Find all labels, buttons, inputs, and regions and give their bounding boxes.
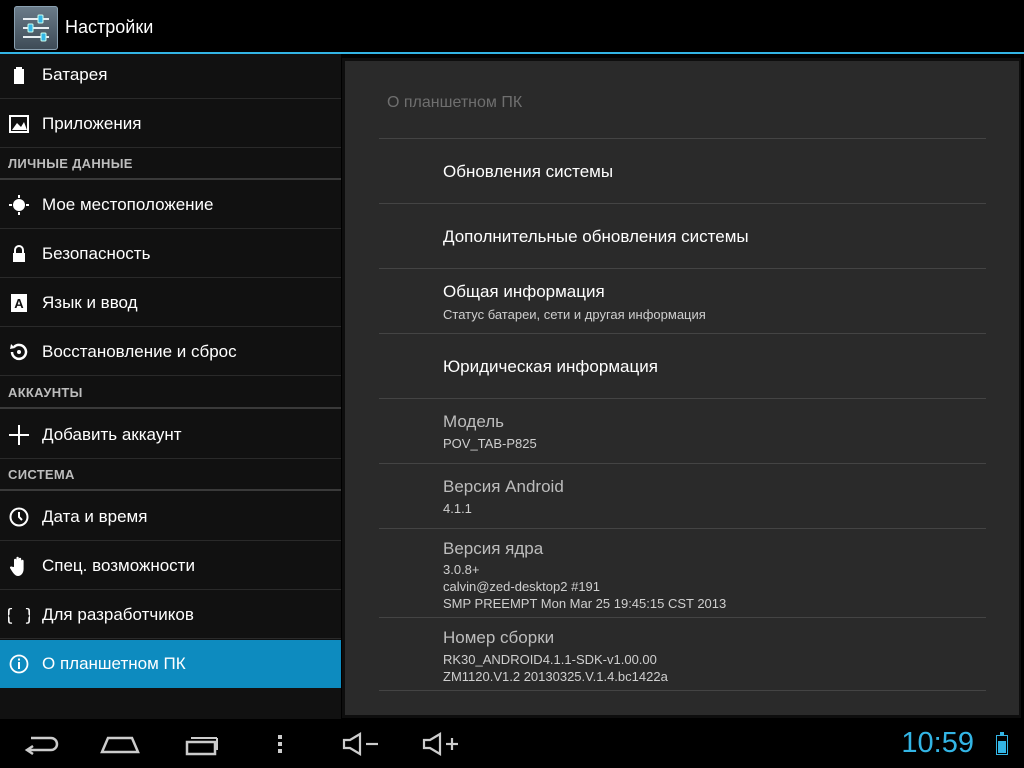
row-value-line: 3.0.8+ <box>443 562 480 577</box>
back-icon[interactable] <box>18 729 64 759</box>
row-title: Юридическая информация <box>443 357 658 376</box>
restore-icon <box>8 341 30 363</box>
apps-icon <box>8 113 30 135</box>
row-title: Версия Android <box>443 477 564 496</box>
hand-icon <box>8 555 30 577</box>
row-value-line: ZM1120.V1.2 20130325.V.1.4.bc1422a <box>443 669 668 684</box>
svg-text:A: A <box>14 296 24 311</box>
row-additional-system-updates[interactable]: Дополнительные обновления системы <box>379 203 986 268</box>
about-tablet-panel[interactable]: О планшетном ПК Обновления системы Допол… <box>345 61 1019 715</box>
battery-icon <box>8 64 30 86</box>
section-header-label: АККАУНТЫ <box>8 385 83 400</box>
sidebar-item-accessibility[interactable]: Спец. возможности <box>0 542 341 590</box>
row-status[interactable]: Общая информация Статус батареи, сети и … <box>379 268 986 333</box>
row-android-version[interactable]: Версия Android 4.1.1 <box>379 463 986 528</box>
sidebar-item-apps[interactable]: Приложения <box>0 100 341 148</box>
action-bar: Настройки <box>0 0 1024 54</box>
row-summary: Статус батареи, сети и другая информация <box>443 307 706 322</box>
app-title: Настройки <box>65 17 154 37</box>
sidebar-item-security[interactable]: Безопасность <box>0 230 341 278</box>
sidebar-item-add-account[interactable]: Добавить аккаунт <box>0 411 341 459</box>
page-title: О планшетном ПК <box>387 94 523 111</box>
row-kernel-version: Версия ядра 3.0.8+ calvin@zed-desktop2 #… <box>379 528 986 617</box>
sidebar-item-label: Дата и время <box>42 507 148 526</box>
row-model: Модель POV_TAB-P825 <box>379 398 986 463</box>
detail-pane: О планшетном ПК Обновления системы Допол… <box>342 58 1021 718</box>
sidebar-item-label: Приложения <box>42 114 142 133</box>
sidebar-item-label: Добавить аккаунт <box>42 425 182 444</box>
svg-text:{ }: { } <box>8 606 30 626</box>
sidebar-item-location[interactable]: Мое местоположение <box>0 181 341 229</box>
sidebar-item-label: Безопасность <box>42 244 151 263</box>
info-icon <box>8 653 30 675</box>
row-legal-information[interactable]: Юридическая информация <box>379 333 986 398</box>
section-header-accounts: АККАУНТЫ <box>0 377 341 409</box>
row-value: 4.1.1 <box>443 501 472 516</box>
recent-apps-icon[interactable] <box>178 729 224 759</box>
row-system-updates[interactable]: Обновления системы <box>379 138 986 203</box>
braces-icon: { } <box>8 604 30 626</box>
sidebar-item-label: Батарея <box>42 65 108 84</box>
settings-app-icon[interactable] <box>14 6 58 50</box>
system-navigation-bar: 10:59 <box>0 719 1024 768</box>
sidebar-item-developer-options[interactable]: { } Для разработчиков <box>0 591 341 639</box>
home-icon[interactable] <box>96 729 144 759</box>
row-title: Общая информация <box>443 282 605 301</box>
location-icon <box>8 194 30 216</box>
volume-up-icon[interactable] <box>418 729 464 759</box>
sidebar-item-label: О планшетном ПК <box>42 654 186 673</box>
row-title: Модель <box>443 412 505 431</box>
row-title: Дополнительные обновления системы <box>443 227 749 246</box>
lock-icon <box>8 243 30 265</box>
sidebar-item-date-time[interactable]: Дата и время <box>0 493 341 541</box>
menu-icon[interactable] <box>270 729 290 759</box>
row-build-number[interactable]: Номер сборки RK30_ANDROID4.1.1-SDK-v1.00… <box>379 617 986 691</box>
sidebar-item-label: Восстановление и сброс <box>42 342 237 361</box>
sidebar-item-language[interactable]: A Язык и ввод <box>0 279 341 327</box>
row-value-line: calvin@zed-desktop2 #191 <box>443 579 601 594</box>
section-header-label: СИСТЕМА <box>8 467 75 482</box>
sidebar-item-label: Язык и ввод <box>42 293 138 312</box>
row-value-line: RK30_ANDROID4.1.1-SDK-v1.00.00 <box>443 652 657 667</box>
settings-category-list[interactable]: Батарея Приложения ЛИЧНЫЕ ДАННЫЕ Мое мес… <box>0 54 341 719</box>
sidebar-item-label: Для разработчиков <box>42 605 194 624</box>
row-value-line: SMP PREEMPT Mon Mar 25 19:45:15 CST 2013 <box>443 596 727 611</box>
plus-icon <box>8 424 30 446</box>
status-clock[interactable]: 10:59 <box>901 727 974 760</box>
row-title: Номер сборки <box>443 628 555 647</box>
sidebar-item-label: Мое местоположение <box>42 195 214 214</box>
row-value: POV_TAB-P825 <box>443 436 537 451</box>
language-icon: A <box>8 292 30 314</box>
sidebar-item-about-tablet[interactable]: О планшетном ПК <box>0 640 341 688</box>
sidebar-item-backup-reset[interactable]: Восстановление и сброс <box>0 328 341 376</box>
volume-down-icon[interactable] <box>338 729 384 759</box>
section-header-label: ЛИЧНЫЕ ДАННЫЕ <box>8 156 133 171</box>
sidebar-item-label: Спец. возможности <box>42 556 195 575</box>
clock-icon <box>8 506 30 528</box>
row-title: Версия ядра <box>443 539 544 558</box>
battery-status-icon[interactable] <box>996 732 1008 755</box>
section-header-system: СИСТЕМА <box>0 459 341 491</box>
section-header-personal: ЛИЧНЫЕ ДАННЫЕ <box>0 148 341 180</box>
sidebar-item-battery[interactable]: Батарея <box>0 54 341 99</box>
row-title: Обновления системы <box>443 162 614 181</box>
